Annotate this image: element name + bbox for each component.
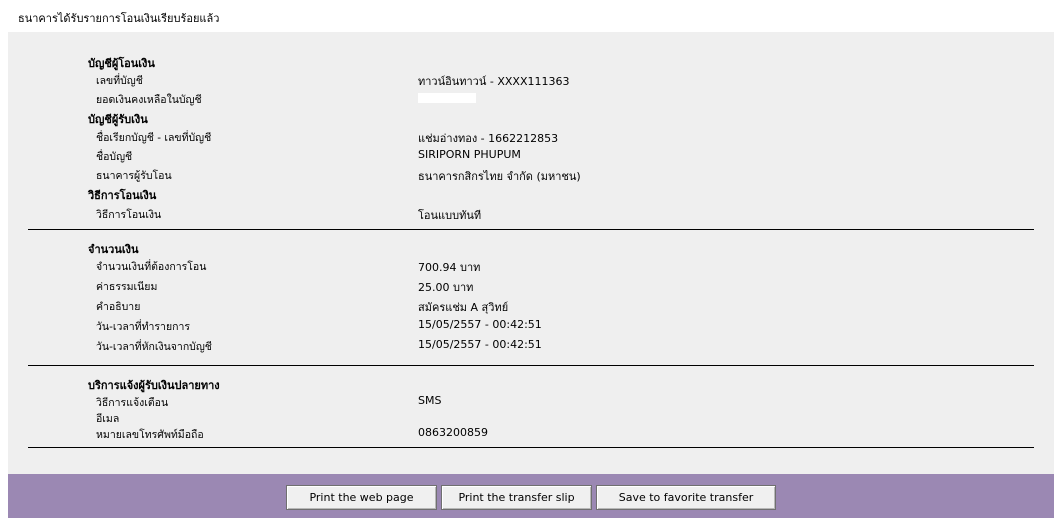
- section-title-amount: จำนวนเงิน: [88, 243, 139, 256]
- recipient-bank-value: ธนาคารกสิกรไทย จำกัด (มหาชน): [418, 170, 581, 183]
- recipient-nickname-label: ชื่อเรียกบัญชี - เลขที่บัญชี: [96, 132, 212, 144]
- confirmation-message: ธนาคารได้รับรายการโอนเงินเรียบร้อยแล้ว: [18, 12, 220, 25]
- debit-time-label: วัน-เวลาที่หักเงินจากบัญชี: [96, 341, 212, 353]
- recipient-name-label: ชื่อบัญชี: [96, 151, 133, 163]
- amount-value: 700.94 บาท: [418, 261, 481, 274]
- section-divider: [28, 365, 1034, 366]
- description-label: คำอธิบาย: [96, 301, 141, 313]
- section-title-source-account: บัญชีผู้โอนเงิน: [88, 57, 155, 70]
- transaction-time-label: วัน-เวลาที่ทำรายการ: [96, 321, 190, 333]
- recipient-bank-label: ธนาคารผู้รับโอน: [96, 170, 172, 182]
- notify-method-value: SMS: [418, 394, 442, 407]
- account-no-label: เลขที่บัญชี: [96, 75, 143, 87]
- phone-label: หมายเลขโทรศัพท์มือถือ: [96, 429, 204, 441]
- section-title-recipient-account: บัญชีผู้รับเงิน: [88, 113, 148, 126]
- transfer-method-label: วิธีการโอนเงิน: [96, 209, 162, 221]
- balance-value-masked: [418, 93, 476, 103]
- fee-value: 25.00 บาท: [418, 281, 474, 294]
- debit-time-value: 15/05/2557 - 00:42:51: [418, 338, 542, 351]
- account-no-value: ทาวน์อินทาวน์ - XXXX111363: [418, 75, 570, 88]
- section-divider: [28, 229, 1034, 230]
- section-title-transfer-method: วิธีการโอนเงิน: [88, 189, 157, 202]
- balance-label: ยอดเงินคงเหลือในบัญชี: [96, 94, 202, 106]
- recipient-name-value: SIRIPORN PHUPUM: [418, 148, 521, 161]
- section-title-notification: บริการแจ้งผู้รับเงินปลายทาง: [88, 379, 220, 392]
- recipient-nickname-value: แช่มอ่างทอง - 1662212853: [418, 132, 559, 145]
- description-value: สมัครแช่ม A สุวิทย์: [418, 301, 509, 314]
- notify-method-label: วิธีการแจ้งเตือน: [96, 397, 169, 409]
- amount-label: จำนวนเงินที่ต้องการโอน: [96, 261, 207, 273]
- email-label: อีเมล: [96, 413, 120, 425]
- save-favorite-transfer-button[interactable]: Save to favorite transfer: [596, 485, 776, 510]
- section-divider: [28, 447, 1034, 448]
- transaction-time-value: 15/05/2557 - 00:42:51: [418, 318, 542, 331]
- transfer-method-value: โอนแบบทันที: [418, 209, 482, 222]
- phone-value: 0863200859: [418, 426, 488, 439]
- print-transfer-slip-button[interactable]: Print the transfer slip: [441, 485, 592, 510]
- print-web-page-button[interactable]: Print the web page: [286, 485, 437, 510]
- fee-label: ค่าธรรมเนียม: [96, 281, 158, 293]
